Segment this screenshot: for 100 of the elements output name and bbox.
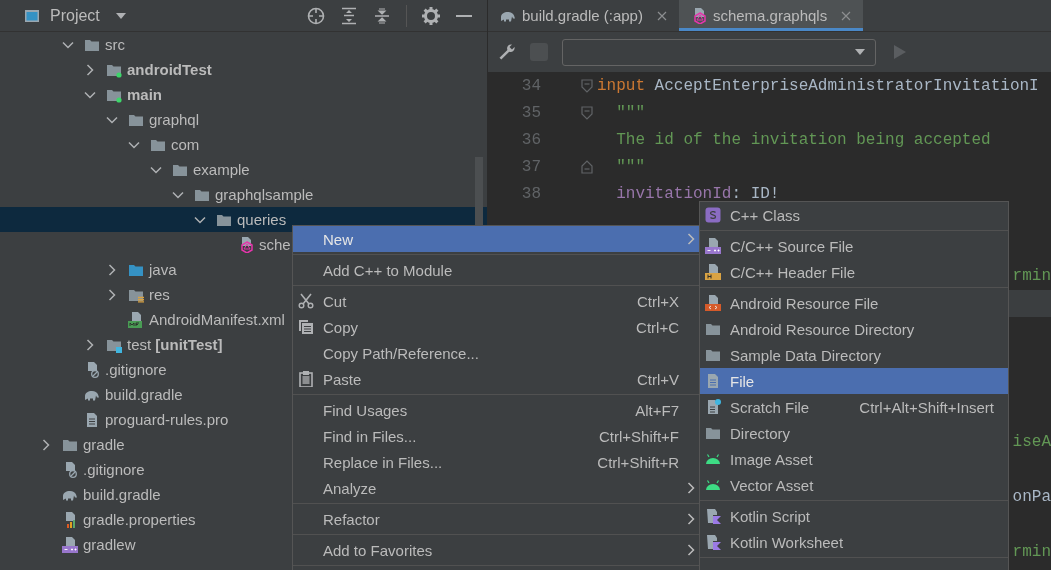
tree-label: androidTest <box>127 61 212 78</box>
kotlin-file-icon <box>705 508 721 524</box>
tree-row[interactable]: src <box>0 32 487 57</box>
fold-start-icon[interactable] <box>581 78 593 93</box>
resource-file-icon <box>705 295 721 311</box>
menu-item[interactable]: Add C++ to Module <box>293 257 701 283</box>
fold-start-icon[interactable] <box>581 105 593 120</box>
tree-label: build.gradle <box>83 486 161 503</box>
menu-item[interactable]: C/C++ Source File <box>700 233 1008 259</box>
folder-icon <box>705 347 721 363</box>
code-line: The id of the invitation being accepted <box>615 130 991 149</box>
panel-title[interactable]: Project <box>50 6 100 25</box>
chevron-right-icon[interactable] <box>106 288 118 301</box>
tree-row[interactable]: com <box>0 132 487 157</box>
tree-label: gradlew <box>83 536 136 553</box>
line-number: 36 <box>520 130 541 149</box>
android-icon <box>705 451 721 467</box>
settings-icon[interactable] <box>422 6 440 25</box>
class-icon <box>705 207 721 223</box>
android-icon <box>705 477 721 493</box>
tree-label: proguard-rules.pro <box>105 411 229 428</box>
line-number: 34 <box>520 76 541 95</box>
locate-icon[interactable] <box>307 6 325 25</box>
tree-row[interactable]: graphqlsample <box>0 182 487 207</box>
menu-item[interactable]: Scratch File Ctrl+Alt+Shift+Insert <box>700 394 1008 420</box>
tree-label: com <box>171 136 200 153</box>
code-line: onPa <box>1012 487 1051 506</box>
menu-item[interactable]: Copy Ctrl+C <box>293 314 701 340</box>
menu-item[interactable]: Image Asset <box>700 446 1008 472</box>
menu-item[interactable]: Analyze <box>293 475 701 501</box>
caret-icon[interactable] <box>115 12 126 19</box>
close-icon[interactable] <box>841 10 852 21</box>
collapse-all-icon[interactable] <box>373 6 391 25</box>
menu-item[interactable]: Android Resource Directory <box>700 316 1008 342</box>
editor-tab[interactable]: schema.graphqls <box>678 0 864 31</box>
chevron-right-icon[interactable] <box>106 263 118 276</box>
line-number: 37 <box>520 157 541 176</box>
menu-item[interactable]: Android Resource File <box>700 290 1008 316</box>
tree-label: test [unitTest] <box>127 336 223 353</box>
menu-item[interactable]: Cut Ctrl+X <box>293 288 701 314</box>
menu-item[interactable]: Kotlin Script <box>700 503 1008 529</box>
tree-label: queries <box>237 211 287 228</box>
tree-row[interactable]: graphql <box>0 107 487 132</box>
menu-item[interactable]: Paste Ctrl+V <box>293 366 701 392</box>
menu-item[interactable]: Copy Path/Reference... <box>293 340 701 366</box>
expand-all-icon[interactable] <box>340 6 358 25</box>
tree-label: .gitignore <box>83 461 145 478</box>
wrench-icon[interactable] <box>498 43 516 61</box>
menu-item[interactable]: Replace in Files... Ctrl+Shift+R <box>293 449 701 475</box>
caret-icon <box>855 49 865 55</box>
tree-label: sche <box>259 236 291 253</box>
chevron-right-icon[interactable] <box>84 63 96 76</box>
chevron-right-icon[interactable] <box>40 438 52 451</box>
chevron-right-icon[interactable] <box>84 338 96 351</box>
tree-label: gradle <box>83 436 125 453</box>
menu-item[interactable]: C/C++ Header File <box>700 259 1008 285</box>
tree-label: gradle.properties <box>83 511 196 528</box>
line-number: 35 <box>520 103 541 122</box>
project-icon <box>24 7 40 24</box>
tree-row[interactable]: androidTest <box>0 57 487 82</box>
code-line: iseA <box>1012 432 1051 451</box>
menu-item[interactable]: Kotlin Worksheet <box>700 529 1008 555</box>
tree-row[interactable]: main <box>0 82 487 107</box>
code-line: invitationId: ID! <box>615 184 780 203</box>
code-line: input AcceptEnterpriseAdministratorInvitationI <box>597 76 1039 95</box>
code-line: """ <box>615 103 645 122</box>
header-file-icon <box>705 264 721 280</box>
copy-icon <box>298 319 314 335</box>
tree-label: graphql <box>149 111 200 128</box>
editor-tab[interactable]: build.gradle (:app) <box>488 0 679 31</box>
tree-label: graphqlsample <box>215 186 314 203</box>
menu-item[interactable]: Refactor <box>293 506 701 532</box>
file-icon <box>705 373 721 389</box>
tree-label: java <box>149 261 177 278</box>
scratch-file-icon <box>705 399 721 415</box>
dropdown-field[interactable] <box>562 38 876 66</box>
menu-item[interactable]: C++ Class <box>700 202 1008 228</box>
cpp-file-icon <box>62 536 78 553</box>
close-icon[interactable] <box>656 10 667 21</box>
menu-item[interactable]: Vector Asset <box>700 472 1008 498</box>
tree-label: AndroidManifest.xml <box>149 311 285 328</box>
tree-label: main <box>127 86 162 103</box>
code-line: """ <box>615 157 645 176</box>
fold-end-icon[interactable] <box>581 159 593 174</box>
scissors-icon <box>298 293 314 309</box>
tree-label: .gitignore <box>105 361 167 378</box>
tree-row[interactable]: example <box>0 157 487 182</box>
menu-item[interactable]: Find in Files... Ctrl+Shift+F <box>293 423 701 449</box>
menu-item[interactable]: Add to Favorites <box>293 537 701 563</box>
line-number: 38 <box>520 184 541 203</box>
menu-item[interactable]: New <box>293 226 701 252</box>
code-line: rmin <box>1012 267 1051 285</box>
folder-icon <box>705 321 721 337</box>
menu-item[interactable]: Directory <box>700 420 1008 446</box>
graphql-file-icon <box>238 236 254 253</box>
code-line: rmin <box>1012 542 1051 561</box>
menu-item[interactable]: Sample Data Directory <box>700 342 1008 368</box>
menu-item[interactable]: File <box>700 368 1008 394</box>
menu-item[interactable]: Find Usages Alt+F7 <box>293 397 701 423</box>
tree-label: src <box>105 36 125 53</box>
